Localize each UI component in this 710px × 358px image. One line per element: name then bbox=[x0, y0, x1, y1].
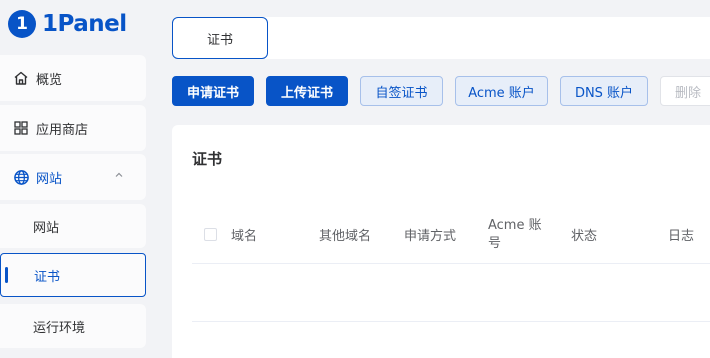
globe-icon bbox=[12, 168, 30, 186]
select-all-checkbox[interactable] bbox=[204, 228, 217, 241]
sidebar-item-label: 网站 bbox=[33, 220, 60, 236]
tab-certificates[interactable]: 证书 bbox=[172, 17, 268, 59]
table-header: 域名 其他域名 申请方式 Acme 账号 状态 日志 bbox=[192, 205, 710, 264]
sidebar-item-websites[interactable]: 网站 bbox=[0, 154, 146, 200]
grid-icon bbox=[12, 119, 30, 137]
tab-bar: 证书 bbox=[172, 17, 710, 59]
logo-icon: 1 bbox=[8, 10, 36, 38]
sidebar-item-label: 运行环境 bbox=[33, 320, 86, 336]
active-indicator bbox=[5, 267, 8, 283]
app-logo[interactable]: 1 1Panel bbox=[8, 6, 127, 42]
certificate-card: 证书 域名 其他域名 申请方式 Acme 账号 状态 日志 bbox=[172, 125, 710, 358]
sidebar-subitem-runtime[interactable]: 运行环境 bbox=[0, 304, 146, 348]
delete-button[interactable]: 删除 bbox=[660, 76, 710, 106]
column-domain[interactable]: 域名 bbox=[231, 205, 257, 264]
sidebar-item-label: 网站 bbox=[36, 171, 63, 187]
column-status[interactable]: 状态 bbox=[571, 205, 597, 264]
upload-certificate-button[interactable]: 上传证书 bbox=[266, 76, 348, 106]
apply-certificate-button[interactable]: 申请证书 bbox=[172, 76, 254, 106]
sidebar-item-label: 概览 bbox=[36, 72, 63, 88]
sidebar-item-label: 应用商店 bbox=[36, 122, 89, 138]
card-title: 证书 bbox=[192, 150, 223, 168]
dns-account-button[interactable]: DNS 账户 bbox=[560, 76, 648, 106]
sidebar-item-app-store[interactable]: 应用商店 bbox=[0, 105, 146, 151]
sidebar-subitem-websites[interactable]: 网站 bbox=[0, 204, 146, 248]
acme-account-button[interactable]: Acme 账户 bbox=[455, 76, 548, 106]
column-other-domains[interactable]: 其他域名 bbox=[319, 205, 371, 264]
sidebar: 1 1Panel 概览 应用商店 网站 网站 证书 运行环境 bbox=[0, 0, 156, 358]
column-acme-account[interactable]: Acme 账号 bbox=[488, 205, 544, 264]
sidebar-subitem-certificates[interactable]: 证书 bbox=[0, 253, 146, 297]
logo-text: 1Panel bbox=[42, 11, 127, 37]
column-provider[interactable]: 申请方式 bbox=[404, 205, 456, 264]
self-signed-certificate-button[interactable]: 自签证书 bbox=[360, 76, 443, 106]
home-icon bbox=[12, 69, 30, 87]
toolbar: 申请证书 上传证书 自签证书 Acme 账户 DNS 账户 删除 bbox=[172, 76, 710, 106]
column-log[interactable]: 日志 bbox=[668, 205, 694, 264]
sidebar-item-label: 证书 bbox=[34, 269, 61, 285]
table-divider bbox=[192, 321, 710, 322]
chevron-up-icon[interactable] bbox=[114, 169, 124, 184]
sidebar-item-overview[interactable]: 概览 bbox=[0, 55, 146, 101]
